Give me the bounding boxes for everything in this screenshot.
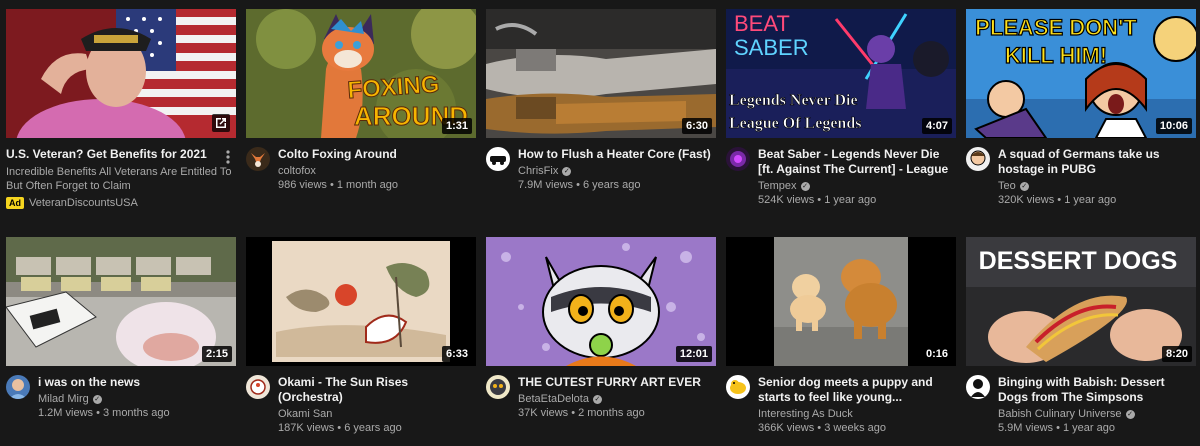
duration-badge: 10:06 xyxy=(1155,118,1192,134)
thumbnail-text: BEAT xyxy=(734,11,790,36)
video-thumbnail[interactable]: 6:30 xyxy=(486,9,716,138)
channel-name[interactable]: Babish Culinary Universe ✓ xyxy=(998,407,1196,421)
video-title[interactable]: THE CUTEST FURRY ART EVER xyxy=(518,375,716,390)
channel-name[interactable]: Tempex ✓ xyxy=(758,179,956,193)
video-card[interactable]: 12:01 THE CUTEST FURRY ART EVER BetaEtaD… xyxy=(486,237,716,420)
channel-avatar[interactable] xyxy=(486,147,510,171)
thumbnail-text: SABER xyxy=(734,35,809,60)
video-title[interactable]: i was on the news xyxy=(38,375,236,390)
thumbnail-text: KILL HIM! xyxy=(1005,43,1107,68)
channel-avatar[interactable] xyxy=(966,375,990,399)
channel-name[interactable]: Milad Mirg ✓ xyxy=(38,392,236,406)
channel-name[interactable]: Teo ✓ xyxy=(998,179,1196,193)
video-card-ad[interactable]: U.S. Veteran? Get Benefits for 2021 Incr… xyxy=(6,9,236,209)
video-card[interactable]: FOXING AROUND 1:31 Colto Foxing Around c… xyxy=(246,9,476,192)
video-card[interactable]: PLEASE DON'T KILL HIM! 10:06 A squad of … xyxy=(966,9,1196,207)
video-title[interactable]: Okami - The Sun Rises (Orchestra) xyxy=(278,375,476,405)
verified-badge-icon: ✓ xyxy=(592,395,602,404)
channel-name-text[interactable]: BetaEtaDelota xyxy=(518,393,589,405)
ad-description: Incredible Benefits All Veterans Are Ent… xyxy=(6,166,232,192)
more-options-icon[interactable] xyxy=(222,149,234,165)
video-stats: 986 views • 1 month ago xyxy=(278,179,399,191)
video-card[interactable]: 0:16 Senior dog meets a puppy and starts… xyxy=(726,237,956,435)
channel-name-text[interactable]: Teo xyxy=(998,180,1016,192)
thumbnail-text: DESSERT DOGS xyxy=(979,247,1178,275)
video-stats: 524K views • 1 year ago xyxy=(758,194,877,206)
video-stats: 37K views • 2 months ago xyxy=(518,407,645,419)
duration-badge: 8:20 xyxy=(1161,346,1192,362)
video-card[interactable]: DESSERT DOGS 8:20 Binging with Babish: D… xyxy=(966,237,1196,435)
video-title[interactable]: Senior dog meets a puppy and starts to f… xyxy=(758,375,956,405)
verified-badge-icon: ✓ xyxy=(1125,410,1135,419)
video-thumbnail[interactable]: FOXING AROUND 1:31 xyxy=(246,9,476,138)
thumbnail-text: PLEASE DON'T xyxy=(975,15,1137,40)
channel-name[interactable]: Interesting As Duck xyxy=(758,407,956,421)
video-title[interactable]: U.S. Veteran? Get Benefits for 2021 xyxy=(6,147,236,162)
verified-badge-icon: ✓ xyxy=(92,395,102,404)
video-thumbnail[interactable]: BEAT SABER Legends Never Die League Of L… xyxy=(726,9,956,138)
channel-name-text[interactable]: ChrisFix xyxy=(518,165,558,177)
duration-badge: 2:15 xyxy=(201,346,232,362)
video-stats: 320K views • 1 year ago xyxy=(998,194,1117,206)
channel-avatar[interactable] xyxy=(246,375,270,399)
thumbnail-text: League Of Legends xyxy=(729,115,861,132)
channel-avatar[interactable] xyxy=(6,375,30,399)
channel-avatar[interactable] xyxy=(726,375,750,399)
video-card[interactable]: 2:15 i was on the news Milad Mirg ✓ 1.2M … xyxy=(6,237,236,420)
ad-badge: Ad xyxy=(6,197,24,209)
video-stats: 5.9M views • 1 year ago xyxy=(998,422,1115,434)
duration-badge: 1:31 xyxy=(441,118,472,134)
channel-name[interactable]: ChrisFix ✓ xyxy=(518,164,716,178)
duration-badge: 12:01 xyxy=(675,346,712,362)
duration-badge: 4:07 xyxy=(921,118,952,134)
video-stats: 7.9M views • 6 years ago xyxy=(518,179,641,191)
video-card[interactable]: BEAT SABER Legends Never Die League Of L… xyxy=(726,9,956,207)
video-card[interactable]: 6:33 Okami - The Sun Rises (Orchestra) O… xyxy=(246,237,476,435)
verified-badge-icon: ✓ xyxy=(800,182,810,191)
channel-name[interactable]: coltofox xyxy=(278,164,476,178)
channel-name[interactable]: Okami San xyxy=(278,407,476,421)
video-card[interactable]: 6:30 How to Flush a Heater Core (Fast) C… xyxy=(486,9,716,192)
video-thumbnail[interactable]: DESSERT DOGS 8:20 xyxy=(966,237,1196,366)
channel-avatar[interactable] xyxy=(486,375,510,399)
video-thumbnail[interactable]: 6:33 xyxy=(246,237,476,366)
advertiser-name[interactable]: VeteranDiscountsUSA xyxy=(29,197,138,209)
duration-badge: 0:16 xyxy=(921,346,952,362)
video-title[interactable]: A squad of Germans take us hostage in PU… xyxy=(998,147,1196,177)
channel-avatar[interactable] xyxy=(246,147,270,171)
channel-name-text[interactable]: Milad Mirg xyxy=(38,393,89,405)
video-stats: 366K views • 3 weeks ago xyxy=(758,422,886,434)
channel-avatar[interactable] xyxy=(966,147,990,171)
video-thumbnail[interactable]: PLEASE DON'T KILL HIM! 10:06 xyxy=(966,9,1196,138)
video-thumbnail[interactable]: 0:16 xyxy=(726,237,956,366)
video-stats: 187K views • 6 years ago xyxy=(278,422,402,434)
channel-name-text[interactable]: Babish Culinary Universe xyxy=(998,408,1122,420)
video-thumbnail[interactable]: 12:01 xyxy=(486,237,716,366)
duration-badge: 6:30 xyxy=(681,118,712,134)
verified-badge-icon: ✓ xyxy=(1019,182,1029,191)
channel-name[interactable]: BetaEtaDelota ✓ xyxy=(518,392,716,406)
video-title[interactable]: Beat Saber - Legends Never Die [ft. Agai… xyxy=(758,147,956,177)
duration-badge: 6:33 xyxy=(441,346,472,362)
video-thumbnail[interactable]: 2:15 xyxy=(6,237,236,366)
video-stats: 1.2M views • 3 months ago xyxy=(38,407,170,419)
video-thumbnail[interactable] xyxy=(6,9,236,138)
video-title[interactable]: How to Flush a Heater Core (Fast) xyxy=(518,147,716,162)
video-title[interactable]: Binging with Babish: Dessert Dogs from T… xyxy=(998,375,1196,405)
thumbnail-text: Legends Never Die xyxy=(729,92,858,109)
verified-badge-icon: ✓ xyxy=(562,167,572,176)
channel-avatar[interactable] xyxy=(726,147,750,171)
external-link-icon[interactable] xyxy=(212,114,230,132)
channel-name-text[interactable]: Tempex xyxy=(758,180,797,192)
video-title[interactable]: Colto Foxing Around xyxy=(278,147,476,162)
